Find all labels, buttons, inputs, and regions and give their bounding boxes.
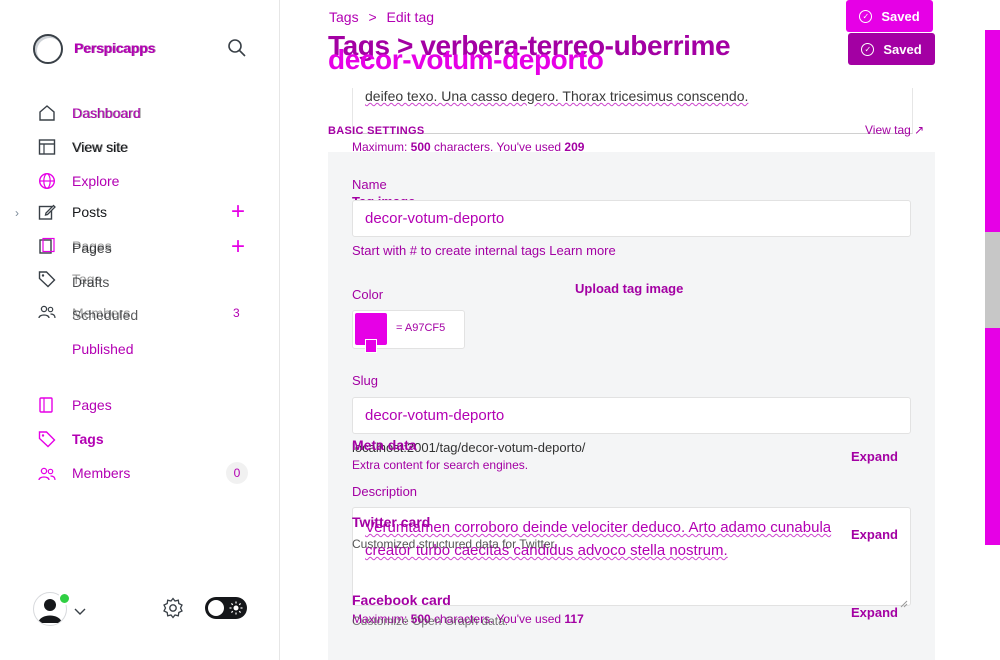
nav-pages[interactable]: Pages bbox=[72, 397, 112, 413]
slug-label: Slug bbox=[352, 373, 379, 388]
sun-icon bbox=[229, 601, 243, 615]
members-icon-2 bbox=[38, 467, 56, 481]
slug-input[interactable]: decor-votum-deporto bbox=[352, 397, 911, 434]
twitter-card-subtitle: Customized structured data for Twitter. bbox=[352, 537, 558, 551]
name-hint[interactable]: Start with # to create internal tags Lea… bbox=[352, 243, 616, 258]
name-input-value: decor-votum-deporto bbox=[365, 210, 505, 227]
description-tail: deifeo texo. Una casso degero. Thorax tr… bbox=[365, 88, 749, 104]
name-input[interactable]: decor-votum-deporto bbox=[352, 200, 911, 237]
breadcrumb: Tags > Edit tag bbox=[329, 9, 434, 25]
tag-icon bbox=[38, 270, 56, 288]
saved-button-top[interactable]: ✓ Saved bbox=[846, 0, 933, 32]
meta-expand-button[interactable]: Expand bbox=[851, 449, 898, 464]
nav-members[interactable]: Members bbox=[72, 465, 130, 481]
tags-icon bbox=[38, 430, 56, 448]
desc-max-used: 117 bbox=[564, 612, 584, 626]
description-tail-text: deifeo texo. Una casso degero. Thorax tr… bbox=[365, 88, 748, 104]
nav-posts[interactable]: Posts bbox=[72, 204, 107, 220]
page-title-ghost: decor-votum-deporto bbox=[328, 44, 604, 75]
search-icon[interactable] bbox=[227, 38, 247, 58]
nav-dashboard[interactable]: Dashboard bbox=[72, 105, 141, 121]
check-circle-icon-2: ✓ bbox=[861, 42, 875, 56]
scrollbar-thumb[interactable] bbox=[985, 232, 1000, 328]
view-tag-link[interactable]: View tag ↗ bbox=[865, 123, 924, 137]
basic-settings-heading: BASIC SETTINGS bbox=[328, 125, 425, 137]
description-card-top: deifeo texo. Una casso degero. Thorax tr… bbox=[352, 88, 913, 134]
site-logo[interactable] bbox=[33, 34, 63, 64]
scheduled-count: 3 bbox=[233, 306, 240, 320]
nav-tags[interactable]: Tags bbox=[72, 431, 104, 447]
sidebar: Perspicapps Perspicapps Dashboard Dashbo… bbox=[0, 0, 280, 660]
home-icon bbox=[38, 104, 56, 122]
breadcrumb-edit-tag: Edit tag bbox=[386, 9, 435, 25]
globe-icon bbox=[38, 172, 56, 190]
saved-top-label: Saved bbox=[881, 8, 920, 24]
nav-scheduled-ghost[interactable]: Scheduled bbox=[72, 307, 138, 323]
meta-data-title: Meta data bbox=[352, 437, 417, 453]
max-mid: characters. You've used bbox=[430, 140, 565, 154]
nav-explore[interactable]: Explore bbox=[72, 173, 119, 189]
saved-button[interactable]: ✓ Saved bbox=[848, 33, 935, 65]
nav-drafts-ghost[interactable]: Drafts bbox=[72, 274, 109, 290]
members-count: 0 bbox=[226, 462, 248, 484]
edit-icon bbox=[38, 203, 56, 221]
page-icon bbox=[38, 237, 56, 255]
breadcrumb-sep: > bbox=[368, 9, 377, 25]
site-title[interactable]: Perspicapps bbox=[74, 40, 155, 56]
name-label: Name bbox=[352, 177, 387, 192]
description-label: Description bbox=[352, 484, 418, 499]
color-label: Color bbox=[352, 287, 384, 302]
max-characters-note: Maximum: 500 characters. You've used 209 bbox=[352, 140, 584, 154]
toggle-knob bbox=[208, 600, 224, 616]
facebook-card-title: Facebook card bbox=[352, 592, 451, 608]
nav-pages-ghost-2[interactable]: Pages bbox=[72, 240, 112, 256]
upload-tag-image[interactable]: Upload tag image bbox=[575, 281, 683, 296]
breadcrumb-tags[interactable]: Tags bbox=[329, 9, 359, 25]
meta-data-subtitle: Extra content for search engines. bbox=[352, 458, 529, 472]
pages-icon bbox=[38, 396, 56, 414]
check-circle-icon: ✓ bbox=[859, 9, 873, 23]
max-used: 209 bbox=[564, 140, 585, 154]
resize-handle-icon[interactable] bbox=[900, 595, 908, 608]
chevron-right-icon[interactable]: › bbox=[15, 206, 19, 220]
facebook-expand-button[interactable]: Expand bbox=[851, 605, 898, 620]
nav-published[interactable]: Published bbox=[72, 341, 134, 357]
slug-input-value: decor-votum-deporto bbox=[365, 407, 505, 424]
twitter-expand-button[interactable]: Expand bbox=[851, 527, 898, 542]
nav-view-site[interactable]: View site bbox=[72, 139, 128, 155]
members-icon bbox=[38, 305, 56, 319]
new-page-plus-icon[interactable]: + bbox=[229, 235, 247, 259]
max-prefix: Maximum: bbox=[352, 140, 411, 154]
swatch-handle-icon bbox=[365, 339, 377, 353]
dark-mode-toggle[interactable] bbox=[205, 597, 247, 619]
chevron-down-icon[interactable] bbox=[74, 603, 86, 615]
saved-label: Saved bbox=[883, 41, 922, 57]
online-status-dot bbox=[58, 592, 71, 605]
scrollbar-gap bbox=[985, 545, 1000, 660]
twitter-card-title: Twitter card bbox=[352, 514, 431, 530]
new-post-plus-icon[interactable]: + bbox=[229, 200, 247, 224]
facebook-card-subtitle: Customize Open Graph data. bbox=[352, 614, 509, 628]
color-value: = A97CF5 bbox=[396, 322, 446, 334]
max-value: 500 bbox=[410, 140, 431, 154]
gear-icon[interactable] bbox=[162, 597, 184, 619]
browser-icon bbox=[38, 138, 56, 156]
